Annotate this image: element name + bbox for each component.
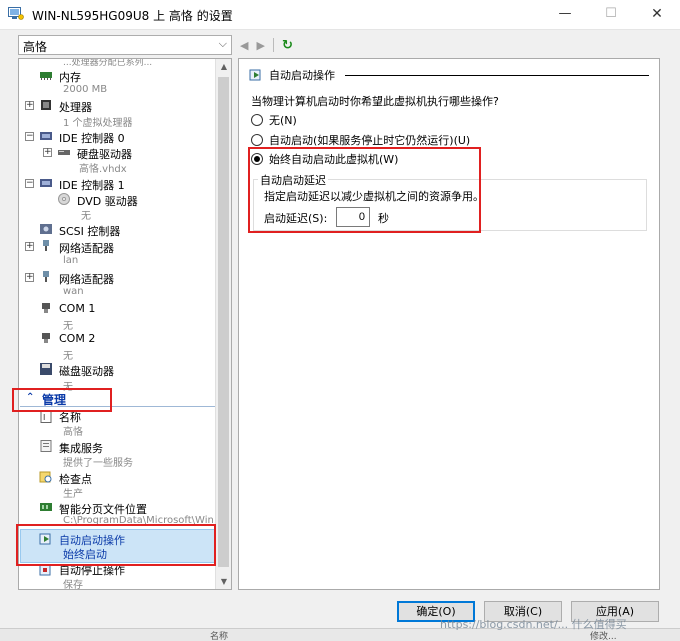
tree-item-com2-value: 无 <box>63 351 73 362</box>
tree-item-auto-stop-value: 保存 <box>63 580 83 590</box>
svg-text:I: I <box>43 413 45 422</box>
vm-selector-value: 高恪 <box>23 40 48 54</box>
auto-start-icon <box>39 533 51 545</box>
expand-network-lan-icon[interactable]: + <box>25 242 34 251</box>
watermark: https://blog.csdn.net/... 什么值得买 <box>440 618 627 631</box>
floppy-disk-icon <box>40 363 52 375</box>
scsi-controller-icon <box>40 224 52 234</box>
com-port-icon <box>42 333 50 343</box>
startup-delay-input[interactable] <box>336 207 370 227</box>
settings-detail-panel: 自动启动操作 当物理计算机启动时你希望此虚拟机执行哪些操作? 无(N) 自动启动… <box>238 58 660 590</box>
refresh-icon[interactable]: ↻ <box>282 38 293 53</box>
auto-start-icon <box>249 69 261 81</box>
nav-divider <box>272 38 274 52</box>
tree-item-integration-services-value: 提供了一些服务 <box>63 458 133 469</box>
radio-option-always-start[interactable]: 始终自动启动此虚拟机(W) <box>251 151 398 167</box>
tree-item-com2[interactable]: COM 2 <box>59 332 95 345</box>
ide-controller-icon <box>40 132 52 140</box>
expand-harddisk-icon[interactable]: + <box>43 148 52 157</box>
radio-none-label: 无(N) <box>269 114 297 127</box>
section-header: 自动启动操作 <box>249 67 649 83</box>
name-field-icon: I <box>40 411 52 423</box>
management-section-header[interactable]: ⌃ 管理 <box>20 391 216 407</box>
startup-delay-description: 指定启动延迟以减少虚拟机之间的资源争用。 <box>264 190 484 203</box>
tree-item-hard-drive-file: 高恪.vhdx <box>79 164 127 175</box>
tree-item-ide1[interactable]: IDE 控制器 1 <box>59 177 125 193</box>
tree-item-network-wan-value: wan <box>63 286 84 297</box>
tree-item-checkpoint-value: 生产 <box>63 489 83 500</box>
tree-item-memory-value: 2000 MB <box>63 84 108 95</box>
close-button[interactable]: ✕ <box>634 0 680 30</box>
chevron-down-icon: ⌵ <box>218 37 227 50</box>
radio-option-auto-if-running[interactable]: 自动启动(如果服务停止时它仍然运行)(U) <box>251 132 470 148</box>
radio-always-start-circle[interactable] <box>251 153 263 165</box>
tree-item-smart-paging-path: C:\ProgramData\Microsoft\Win... <box>63 515 224 526</box>
collapse-ide1-icon[interactable]: − <box>25 179 34 188</box>
back-arrow-icon[interactable]: ◀ <box>240 39 248 52</box>
tree-item-name-value: 高恪 <box>63 427 83 438</box>
background-text-1: 名称 <box>210 632 229 641</box>
tree-item-disk-drive[interactable]: 磁盘驱动器 <box>59 363 114 379</box>
maximize-button[interactable]: ☐ <box>588 0 634 30</box>
radio-auto-if-running-label: 自动启动(如果服务停止时它仍然运行)(U) <box>269 134 471 147</box>
ide-controller-icon <box>40 179 52 187</box>
auto-stop-icon <box>39 564 51 576</box>
radio-always-start-label: 始终自动启动此虚拟机(W) <box>269 153 399 166</box>
expand-network-wan-icon[interactable]: + <box>25 273 34 282</box>
scroll-down-arrow-icon[interactable]: ▼ <box>216 577 231 586</box>
radio-none-circle[interactable] <box>251 114 263 126</box>
smart-paging-icon <box>40 503 52 511</box>
tree-item-network-lan-value: lan <box>63 255 79 266</box>
memory-icon <box>40 72 52 80</box>
radio-auto-if-running-circle[interactable] <box>251 134 263 146</box>
auto-start-question: 当物理计算机启动时你希望此虚拟机执行哪些操作? <box>251 95 499 108</box>
startup-delay-group: 自动启动延迟 指定启动延迟以减少虚拟机之间的资源争用。 启动延迟(S): 秒 <box>253 172 647 231</box>
tree-item-memory[interactable]: 内存 <box>59 69 81 85</box>
title-bar: WIN-NL595HG09U8 上 高恪 的设置 — ☐ ✕ <box>0 0 680 30</box>
vm-selector-dropdown[interactable]: 高恪 ⌵ <box>18 35 232 55</box>
section-divider <box>345 74 649 76</box>
tree-item-processor[interactable]: 处理器 <box>59 99 92 115</box>
tree-item-ide0[interactable]: IDE 控制器 0 <box>59 130 125 146</box>
navigation-bar: ◀ ▶ ↻ <box>240 35 293 55</box>
dvd-icon <box>58 193 70 205</box>
collapse-ide0-icon[interactable]: − <box>25 132 34 141</box>
hyperv-settings-icon <box>8 7 24 20</box>
settings-tree[interactable]: ...处理器分配已系列... 内存 2000 MB + 处理器 1 个虚拟处理器… <box>18 58 232 590</box>
processor-icon <box>41 100 51 110</box>
network-adapter-icon <box>43 240 49 251</box>
com-port-icon <box>42 303 50 313</box>
window-title: WIN-NL595HG09U8 上 高恪 的设置 <box>32 9 233 23</box>
collapse-chevrons-icon: ⌃ <box>26 392 35 403</box>
startup-delay-group-label: 自动启动延迟 <box>258 172 328 188</box>
checkpoint-icon <box>39 471 52 483</box>
tree-item-network-lan[interactable]: 网络适配器 <box>59 240 114 256</box>
hard-drive-icon <box>58 150 70 155</box>
tree-item-dvd-value: 无 <box>81 211 91 222</box>
radio-option-none[interactable]: 无(N) <box>251 112 297 128</box>
scrollbar-thumb[interactable] <box>218 77 229 567</box>
management-title: 管理 <box>42 393 67 407</box>
tree-item-scsi[interactable]: SCSI 控制器 <box>59 223 120 239</box>
integration-services-icon <box>40 440 52 452</box>
minimize-button[interactable]: — <box>542 0 588 30</box>
scroll-up-arrow-icon[interactable]: ▲ <box>216 62 231 71</box>
tree-item-processor-value: 1 个虚拟处理器 <box>63 118 133 129</box>
tree-item-network-wan[interactable]: 网络适配器 <box>59 271 114 287</box>
network-adapter-icon <box>43 271 49 282</box>
section-title: 自动启动操作 <box>269 69 335 82</box>
tree-item-com1-value: 无 <box>63 321 73 332</box>
forward-arrow-icon[interactable]: ▶ <box>256 39 264 52</box>
startup-delay-label: 启动延迟(S): <box>264 212 328 225</box>
startup-delay-unit: 秒 <box>378 212 389 225</box>
tree-item-com1[interactable]: COM 1 <box>59 302 95 315</box>
tree-cut-text: ...处理器分配已系列... <box>63 58 153 68</box>
tree-scrollbar[interactable]: ▲ ▼ <box>215 59 231 589</box>
expand-processor-icon[interactable]: + <box>25 101 34 110</box>
tree-item-auto-start-value: 始终启动 <box>63 548 107 561</box>
